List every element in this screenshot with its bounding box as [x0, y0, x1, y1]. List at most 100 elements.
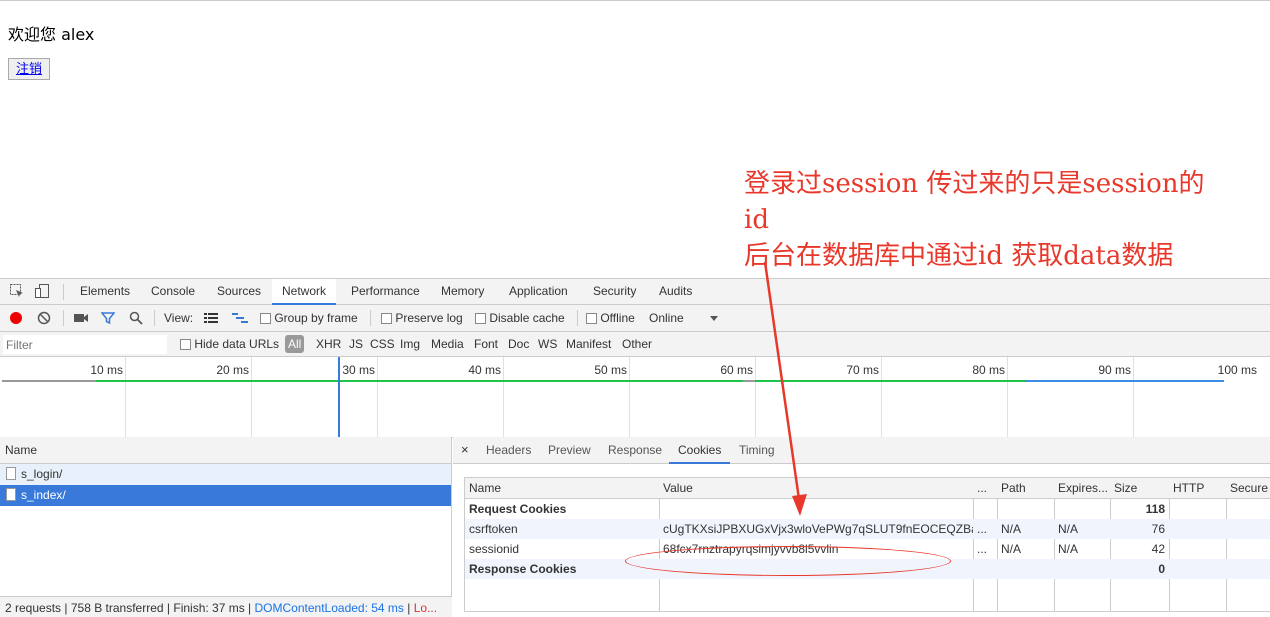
- status-transferred: 758 B transferred: [70, 601, 164, 615]
- cookie-path: N/A: [1001, 522, 1022, 536]
- throttling-select[interactable]: Online: [649, 311, 684, 325]
- document-icon: [6, 488, 16, 501]
- network-status-bar: 2 requests | 758 B transferred | Finish:…: [0, 596, 452, 617]
- filter-funnel-icon[interactable]: [100, 311, 116, 328]
- annotation-line-2: id: [744, 205, 769, 235]
- offline-checkbox[interactable]: [586, 313, 597, 325]
- filter-type-img[interactable]: Img: [400, 337, 420, 351]
- timeline-dcl-marker: [338, 357, 340, 437]
- timeline-bar-waiting: [2, 380, 96, 382]
- filter-type-ws[interactable]: WS: [538, 337, 557, 351]
- logout-link[interactable]: 注销: [16, 62, 42, 77]
- cookie-value: cUgTKXsiJPBXUGxVjx3wloVePWg7qSLUT9fnEOCE…: [663, 522, 973, 536]
- timeline-tick-label: 20 ms: [216, 363, 249, 377]
- search-icon[interactable]: [129, 311, 143, 328]
- filter-bar: Hide data URLs All XHR JS CSS Img Media …: [0, 332, 1270, 357]
- group-by-frame-option[interactable]: Group by frame: [260, 311, 358, 325]
- column-header-expires[interactable]: Expires...: [1054, 478, 1110, 499]
- column-header-size[interactable]: Size: [1110, 478, 1169, 499]
- column-header-secure[interactable]: Secure: [1226, 478, 1270, 499]
- disable-cache-option[interactable]: Disable cache: [475, 311, 565, 325]
- close-icon[interactable]: ×: [461, 442, 469, 457]
- status-finish: Finish: 37 ms: [173, 601, 245, 615]
- timeline-tick-label: 30 ms: [342, 363, 375, 377]
- column-header-value[interactable]: Value: [659, 478, 973, 499]
- disable-cache-checkbox[interactable]: [475, 313, 486, 325]
- tab-cookies[interactable]: Cookies: [669, 437, 731, 464]
- filter-type-manifest[interactable]: Manifest: [566, 337, 611, 351]
- record-icon[interactable]: [10, 312, 22, 324]
- status-dom-content-loaded: DOMContentLoaded: 54 ms: [254, 601, 404, 615]
- cookie-row[interactable]: csrftoken cUgTKXsiJPBXUGxVjx3wloVePWg7qS…: [465, 519, 1270, 539]
- column-header-domain[interactable]: ...: [973, 478, 997, 499]
- tab-preview[interactable]: Preview: [539, 437, 600, 464]
- group-by-frame-checkbox[interactable]: [260, 313, 271, 325]
- clear-icon[interactable]: [37, 311, 51, 328]
- inspect-element-icon[interactable]: [9, 283, 25, 299]
- tab-security[interactable]: Security: [583, 279, 646, 305]
- cookie-size: 76: [1151, 522, 1165, 536]
- filter-type-other[interactable]: Other: [622, 337, 652, 351]
- chevron-down-icon[interactable]: [709, 312, 719, 326]
- tab-console[interactable]: Console: [141, 279, 205, 305]
- tab-sources[interactable]: Sources: [207, 279, 271, 305]
- preserve-log-option[interactable]: Preserve log: [381, 311, 463, 325]
- filter-type-media[interactable]: Media: [431, 337, 464, 351]
- tab-timing[interactable]: Timing: [730, 437, 784, 464]
- timeline-bar-request: [96, 380, 743, 382]
- hide-data-urls-checkbox[interactable]: [180, 339, 191, 351]
- filter-type-css[interactable]: CSS: [370, 337, 395, 351]
- preserve-log-checkbox[interactable]: [381, 313, 392, 325]
- tab-performance[interactable]: Performance: [341, 279, 430, 305]
- cookie-name: csrftoken: [469, 522, 518, 536]
- timeline-gridline: [251, 357, 252, 437]
- tab-application[interactable]: Application: [499, 279, 578, 305]
- devtools-tabbar: Elements Console Sources Network Perform…: [0, 279, 1270, 305]
- tab-headers[interactable]: Headers: [477, 437, 540, 464]
- network-timeline-overview[interactable]: 10 ms 20 ms 30 ms 40 ms 50 ms 60 ms 70 m…: [0, 357, 1270, 438]
- toolbar-separator: [154, 310, 155, 326]
- column-header-name[interactable]: Name: [465, 478, 659, 499]
- timeline-gridline: [755, 357, 756, 437]
- toolbar-separator: [370, 310, 371, 326]
- annotation-line-1: 登录过session 传过来的只是session的: [744, 169, 1205, 199]
- tab-network[interactable]: Network: [272, 279, 337, 305]
- cookie-table: Name Value ... Path Expires... Size HTTP…: [464, 477, 1270, 612]
- request-row[interactable]: s_login/: [0, 464, 451, 485]
- tab-response[interactable]: Response: [599, 437, 671, 464]
- device-toolbar-icon[interactable]: [34, 283, 50, 299]
- column-header-path[interactable]: Path: [997, 478, 1054, 499]
- status-load: Lo...: [413, 601, 438, 615]
- request-name: s_index/: [21, 488, 66, 502]
- network-toolbar: View: Group by frame Preserve log Disabl…: [0, 305, 1270, 332]
- preserve-log-label: Preserve log: [395, 311, 463, 325]
- cookie-domain: ...: [977, 542, 988, 556]
- filter-type-doc[interactable]: Doc: [508, 337, 529, 351]
- filter-type-xhr[interactable]: XHR: [316, 337, 341, 351]
- toolbar-separator: [63, 310, 64, 326]
- tab-audits[interactable]: Audits: [649, 279, 702, 305]
- timeline-bar-request: [755, 380, 1025, 382]
- filter-type-font[interactable]: Font: [474, 337, 498, 351]
- timeline-gridline: [503, 357, 504, 437]
- timeline-tick-label: 90 ms: [1098, 363, 1131, 377]
- screenshot-camera-icon[interactable]: [73, 311, 89, 328]
- hide-data-urls-option[interactable]: Hide data URLs: [180, 337, 279, 351]
- timeline-tick-label: 40 ms: [468, 363, 501, 377]
- request-list-header[interactable]: Name: [0, 437, 451, 464]
- status-requests: 2 requests: [5, 601, 62, 615]
- tab-memory[interactable]: Memory: [431, 279, 494, 305]
- filter-type-js[interactable]: JS: [349, 337, 363, 351]
- logout-button[interactable]: 注销: [8, 58, 51, 80]
- column-header-http[interactable]: HTTP: [1169, 478, 1226, 499]
- section-size: 0: [1158, 562, 1165, 576]
- waterfall-view-icon[interactable]: [232, 312, 248, 327]
- toolbar-separator: [577, 310, 578, 326]
- request-row-selected[interactable]: s_index/: [0, 485, 451, 506]
- offline-option[interactable]: Offline: [586, 311, 635, 325]
- filter-type-all[interactable]: All: [285, 335, 305, 353]
- tab-elements[interactable]: Elements: [70, 279, 140, 305]
- filter-input[interactable]: [3, 335, 167, 354]
- list-view-icon[interactable]: [204, 312, 218, 327]
- timeline-tick-label: 60 ms: [720, 363, 753, 377]
